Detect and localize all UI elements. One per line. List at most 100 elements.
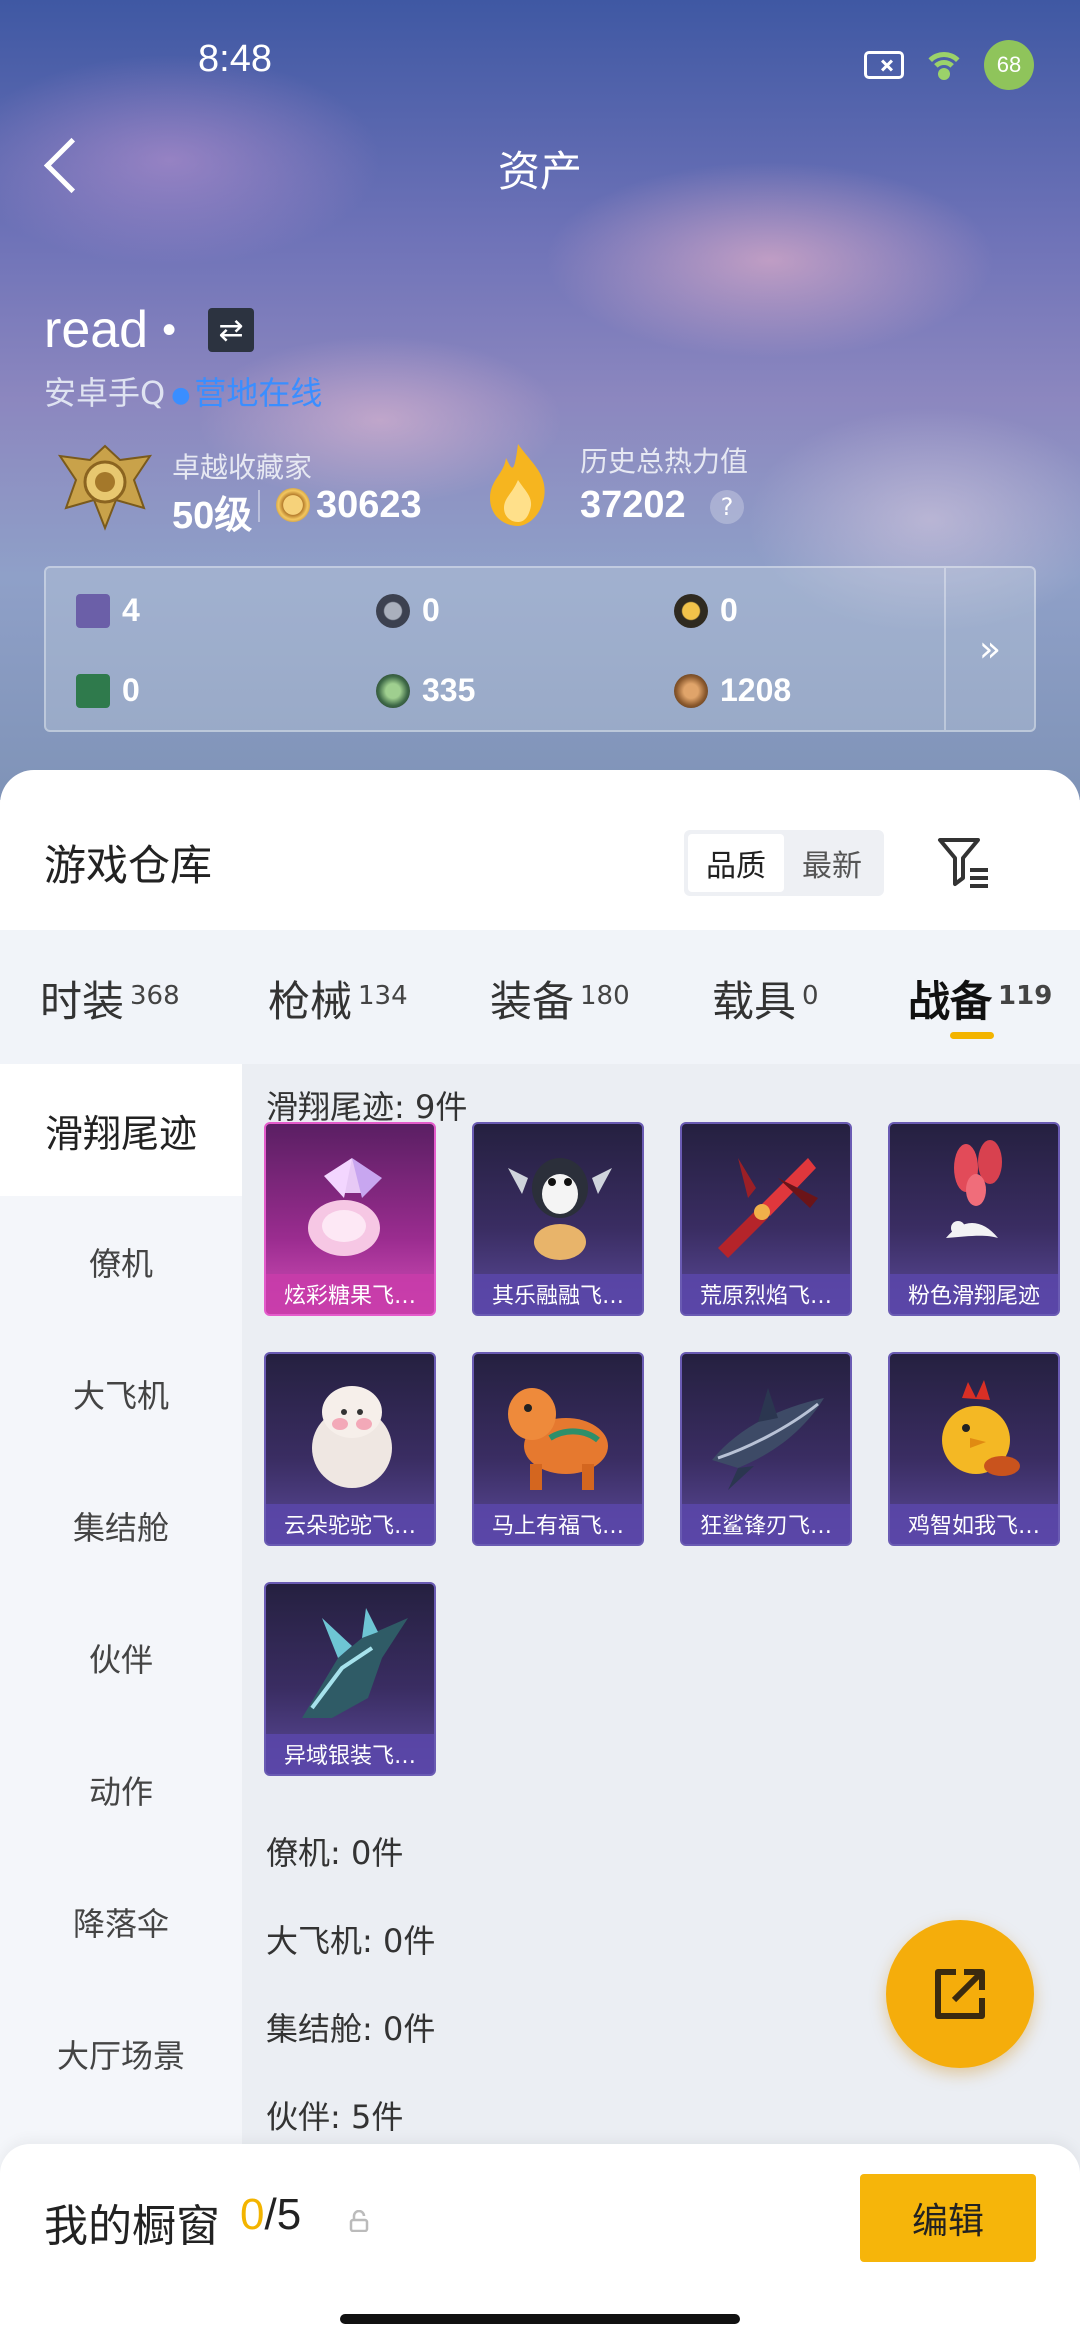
tab-equipment[interactable]: 装备 180: [490, 968, 630, 1029]
help-icon[interactable]: ?: [710, 490, 744, 524]
tab-label: 装备: [490, 977, 575, 1026]
coin-value: 30623: [316, 484, 422, 526]
green-orb-icon: [376, 673, 410, 708]
switch-account-icon[interactable]: ⇄: [208, 308, 255, 352]
currency-item: 335: [376, 672, 475, 709]
purple-card-icon: [76, 593, 110, 628]
section-big-plane: 大飞机: 0件: [266, 1922, 436, 1960]
currency-item: 0: [376, 592, 440, 629]
active-tab-indicator: [950, 1032, 994, 1039]
item-card[interactable]: 炫彩糖果飞…: [264, 1122, 436, 1316]
sort-toggle: 品质 最新: [684, 830, 884, 896]
bronze-coin-icon: [674, 673, 708, 708]
currency-item: 0: [76, 672, 140, 709]
tab-combat-gear[interactable]: 战备 119: [908, 968, 1052, 1029]
showcase-bar: 我的橱窗 0/5 编辑: [0, 2144, 1080, 2340]
sidebar-item-partner[interactable]: 伙伴: [0, 1592, 242, 1724]
shark-blade-icon: [712, 1388, 824, 1490]
flame-wing-icon: [718, 1158, 818, 1258]
candy-balloon-icon: [308, 1158, 382, 1256]
green-card-icon: [76, 673, 110, 708]
tab-count: 119: [998, 981, 1053, 1011]
item-card[interactable]: 异域银装飞…: [264, 1582, 436, 1776]
sidebar-item-pod[interactable]: 集结舱: [0, 1460, 242, 1592]
share-button[interactable]: [886, 1920, 1034, 2068]
platform-label: 安卓手Q: [44, 374, 166, 412]
item-name: 狂鲨锋刃飞…: [682, 1504, 850, 1544]
item-card[interactable]: 荒原烈焰飞…: [680, 1122, 852, 1316]
showcase-current: 0: [240, 2190, 265, 2239]
tab-count: 134: [358, 981, 408, 1011]
tab-vehicles[interactable]: 载具 0: [712, 968, 819, 1029]
coin-icon: [276, 488, 310, 522]
item-card[interactable]: 粉色滑翔尾迹: [888, 1122, 1060, 1316]
gray-coin-icon: [376, 593, 410, 628]
tab-label: 枪械: [268, 977, 353, 1026]
user-name: read: [44, 301, 149, 359]
filter-icon[interactable]: [936, 834, 992, 890]
item-name: 荒原烈焰飞…: [682, 1274, 850, 1314]
item-name: 异域银装飞…: [266, 1734, 434, 1774]
silver-wing-icon: [302, 1608, 408, 1718]
status-icons: 68: [864, 40, 1034, 90]
page-title: 资产: [497, 147, 582, 196]
tab-guns[interactable]: 枪械 134: [268, 968, 408, 1029]
item-card[interactable]: 狂鲨锋刃飞…: [680, 1352, 852, 1546]
section-pod: 集结舱: 0件: [266, 2010, 436, 2048]
chicken-icon: [942, 1380, 1020, 1476]
battery-icon: 68: [984, 40, 1034, 90]
sort-latest-option[interactable]: 最新: [784, 834, 880, 892]
sim-off-icon: [864, 51, 904, 79]
tab-count: 0: [802, 981, 819, 1011]
sidebar-item-big-plane[interactable]: 大飞机: [0, 1328, 242, 1460]
showcase-total: /5: [264, 2190, 302, 2239]
flame-icon: [490, 444, 545, 526]
collector-badge-icon: [57, 444, 153, 531]
sidebar-item-parachute[interactable]: 降落伞: [0, 1856, 242, 1988]
sidebar-item-glide-trail[interactable]: 滑翔尾迹: [0, 1064, 242, 1196]
tab-fashion[interactable]: 时装 368: [40, 968, 180, 1029]
stat-divider: [258, 490, 260, 522]
heat-value: 37202: [580, 484, 686, 526]
penguin-icon: [508, 1158, 612, 1260]
tab-label: 时装: [40, 977, 125, 1026]
item-card[interactable]: 马上有福飞…: [472, 1352, 644, 1546]
tab-label: 载具: [712, 977, 797, 1026]
user-name-row: read • ⇄: [44, 300, 255, 360]
name-dot: •: [162, 307, 177, 352]
item-card[interactable]: 鸡智如我飞…: [888, 1352, 1060, 1546]
item-name: 鸡智如我飞…: [890, 1504, 1058, 1544]
section-partner: 伙伴: 5件: [266, 2098, 404, 2136]
sidebar-item-lobby-scene[interactable]: 大厅场景: [0, 1988, 242, 2120]
heat-label: 历史总热力值: [580, 445, 749, 478]
wifi-icon: [922, 48, 966, 82]
item-name: 炫彩糖果飞…: [266, 1274, 434, 1314]
item-card[interactable]: 云朵驼驼飞…: [264, 1352, 436, 1546]
section-wingman: 僚机: 0件: [266, 1834, 404, 1872]
showcase-label: 我的橱窗: [44, 2201, 220, 2252]
currency-item: 4: [76, 592, 140, 629]
sidebar-item-wingman[interactable]: 僚机: [0, 1196, 242, 1328]
sort-quality-option[interactable]: 品质: [688, 834, 784, 892]
currency-more-button[interactable]: »: [944, 568, 1034, 730]
home-indicator: [340, 2314, 740, 2324]
category-tabs: 时装 368 枪械 134 装备 180 载具 0 战备 119: [0, 930, 1080, 1064]
item-card[interactable]: 其乐融融飞…: [472, 1122, 644, 1316]
horse-toy-icon: [508, 1388, 608, 1490]
currency-value: 335: [422, 672, 476, 708]
tab-count: 180: [580, 981, 630, 1011]
currency-value: 0: [720, 592, 738, 628]
lock-icon: [349, 2210, 369, 2232]
sidebar-item-emote[interactable]: 动作: [0, 1724, 242, 1856]
showcase-count: 0/5: [240, 2190, 301, 2240]
currency-item: 0: [674, 592, 738, 629]
item-name: 云朵驼驼飞…: [266, 1504, 434, 1544]
item-name: 马上有福飞…: [474, 1504, 642, 1544]
status-bar: 8:48 68: [0, 38, 1080, 90]
currency-panel: 4 0 0 0 335 1208 »: [44, 566, 1036, 732]
gold-coin-icon: [674, 593, 708, 628]
edit-button[interactable]: 编辑: [860, 2174, 1036, 2262]
item-name: 其乐融融飞…: [474, 1274, 642, 1314]
user-sub: 安卓手Q 营地在线: [44, 368, 322, 414]
warehouse-panel: 游戏仓库 品质 最新 时装 368 枪械 134 装备 180 载具 0 战备 119 滑…: [0, 770, 1080, 2340]
